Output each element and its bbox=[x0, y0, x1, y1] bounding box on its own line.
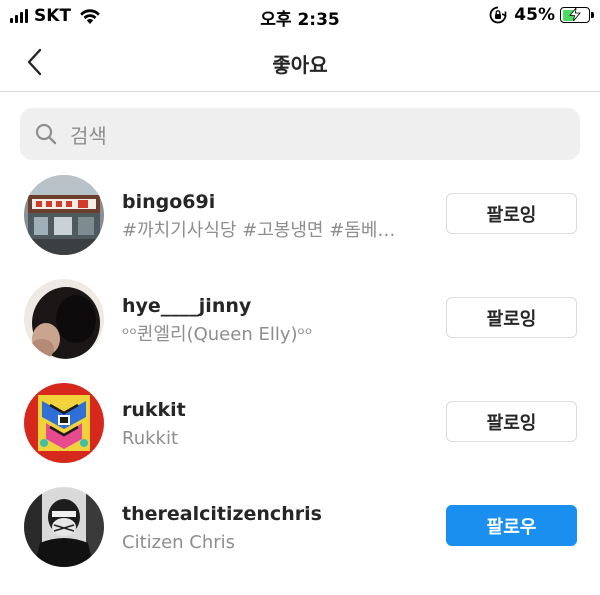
search-placeholder: 검색 bbox=[70, 123, 107, 148]
following-button[interactable]: 팔로잉 bbox=[446, 401, 577, 442]
user-subtitle: Rukkit bbox=[122, 428, 179, 449]
bolt-icon bbox=[569, 8, 581, 21]
search-input[interactable]: 검색 bbox=[20, 108, 580, 160]
username[interactable]: hye____jinny bbox=[122, 294, 432, 318]
user-subtitle: ᵒᵒ퀸엘리(Queen Elly)ᵒᵒ bbox=[122, 324, 313, 345]
user-subtitle: Citizen Chris bbox=[122, 532, 236, 553]
battery-charging-icon bbox=[560, 7, 594, 23]
list-item[interactable]: therealcitizenchris Citizen Chris 팔로우 bbox=[0, 484, 600, 588]
following-button[interactable]: 팔로잉 bbox=[446, 193, 577, 234]
list-item[interactable]: rukkit Rukkit 팔로잉 bbox=[0, 380, 600, 484]
avatar[interactable] bbox=[24, 175, 104, 255]
avatar[interactable] bbox=[24, 383, 104, 463]
list-item[interactable]: bingo69i #까치기사식당 #고봉냉면 #돔베… 팔로잉 bbox=[0, 172, 600, 276]
username[interactable]: bingo69i bbox=[122, 190, 432, 214]
user-text: hye____jinny ᵒᵒ퀸엘리(Queen Elly)ᵒᵒ bbox=[122, 294, 432, 348]
user-text: rukkit Rukkit bbox=[122, 398, 432, 452]
nav-header: 좋아요 bbox=[0, 34, 600, 92]
user-text: therealcitizenchris Citizen Chris bbox=[122, 502, 432, 556]
status-right: 45% bbox=[488, 5, 594, 25]
likes-list: bingo69i #까치기사식당 #고봉냉면 #돔베… 팔로잉 hye____j… bbox=[0, 172, 600, 588]
avatar[interactable] bbox=[24, 487, 104, 567]
following-button[interactable]: 팔로잉 bbox=[446, 297, 577, 338]
username[interactable]: therealcitizenchris bbox=[122, 502, 432, 526]
list-item[interactable]: hye____jinny ᵒᵒ퀸엘리(Queen Elly)ᵒᵒ 팔로잉 bbox=[0, 276, 600, 380]
page-title: 좋아요 bbox=[272, 53, 328, 77]
avatar[interactable] bbox=[24, 279, 104, 359]
rotation-lock-icon bbox=[489, 6, 507, 24]
user-text: bingo69i #까치기사식당 #고봉냉면 #돔베… bbox=[122, 190, 432, 244]
status-bar: SKT 오후 2:35 45% bbox=[0, 0, 600, 34]
username[interactable]: rukkit bbox=[122, 398, 432, 422]
follow-button[interactable]: 팔로우 bbox=[446, 505, 577, 546]
search-icon bbox=[35, 123, 57, 145]
user-subtitle: #까치기사식당 #고봉냉면 #돔베… bbox=[122, 220, 396, 241]
battery-cap bbox=[591, 12, 594, 18]
battery-percent: 45% bbox=[514, 5, 555, 25]
